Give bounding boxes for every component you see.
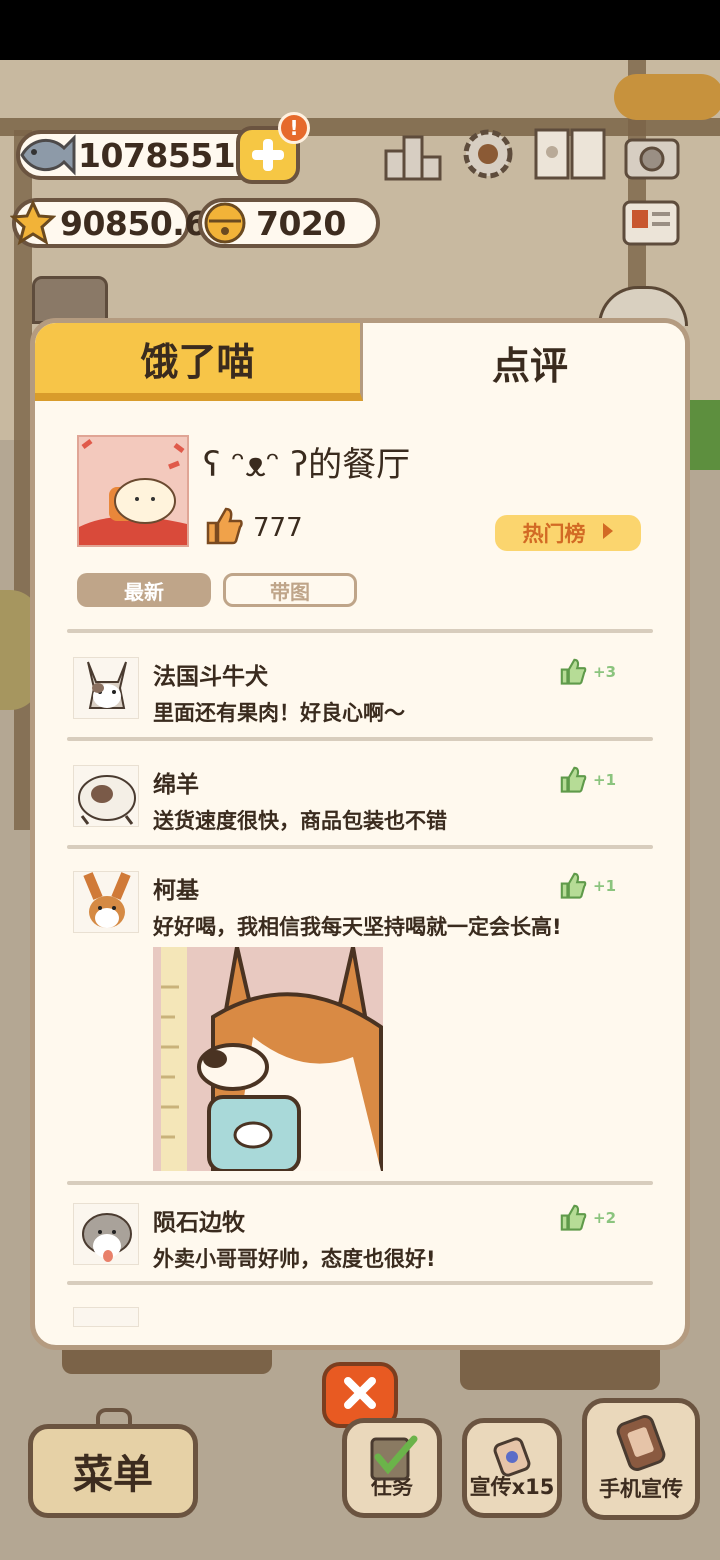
menu-button[interactable]: 菜单 — [28, 1424, 198, 1518]
review-comment: 外卖小哥哥好帅，态度也很好! — [153, 1247, 436, 1271]
thumbs-up-icon[interactable] — [559, 765, 587, 793]
bell-icon — [200, 198, 250, 248]
review-comment: 里面还有果肉！好良心啊～ — [153, 701, 405, 725]
review-item: 绵羊 送货速度很快，商品包装也不错 +1 — [73, 765, 633, 833]
review-panel: 饿了喵 点评 ʕ ᵔᴥᵔ ʔ的餐厅 777 热门榜 最新 带图 法国斗牛犬 里面… — [30, 318, 690, 1350]
reviewer-avatar — [73, 871, 139, 933]
chevron-right-icon — [602, 521, 614, 545]
review-like-count: +2 — [593, 1209, 617, 1227]
phone-icon — [609, 1413, 673, 1478]
divider — [67, 845, 653, 849]
tab-review[interactable]: 点评 — [365, 323, 685, 401]
star-icon — [10, 198, 56, 248]
reviewer-name: 绵羊 — [153, 772, 199, 798]
review-photo[interactable] — [153, 947, 383, 1171]
review-like-count: +1 — [593, 771, 617, 789]
fish-count: 10785519 — [78, 135, 258, 175]
review-like-count: +1 — [593, 877, 617, 895]
gear-icon[interactable] — [456, 122, 520, 186]
review-item: 柯基 好好喝，我相信我每天坚持喝就一定会长高! +1 — [73, 871, 633, 951]
reviewer-name: 陨石边牧 — [153, 1210, 245, 1236]
book-icon[interactable] — [530, 122, 610, 184]
promote-button[interactable]: 宣传x15 — [462, 1418, 562, 1518]
filter-latest-button[interactable]: 最新 — [77, 573, 211, 607]
divider — [67, 1181, 653, 1185]
fish-icon — [18, 132, 78, 178]
flyer-icon — [488, 1433, 536, 1486]
alert-badge: ! — [278, 112, 310, 144]
leaderboard-icon[interactable] — [380, 124, 446, 186]
thumbs-up-icon[interactable] — [559, 657, 587, 685]
review-comment: 好好喝，我相信我每天坚持喝就一定会长高! — [153, 915, 562, 939]
profile-card-icon[interactable] — [618, 194, 684, 252]
review-item: 法国斗牛犬 里面还有果肉！好良心啊～ +3 — [73, 657, 633, 725]
restaurant-thumbnail — [77, 435, 189, 547]
review-item: 陨石边牧 外卖小哥哥好帅，态度也很好! +2 — [73, 1203, 633, 1271]
reviewer-name: 柯基 — [153, 878, 199, 904]
thumbs-up-icon[interactable] — [559, 1203, 587, 1231]
hot-ranking-label: 热门榜 — [522, 522, 586, 546]
divider — [67, 737, 653, 741]
hot-ranking-button[interactable]: 热门榜 — [495, 515, 641, 551]
bananas-decoration — [614, 74, 720, 120]
reviewer-avatar — [73, 765, 139, 827]
plant-decoration — [688, 400, 720, 470]
restaurant-like-count: 777 — [253, 513, 303, 543]
close-icon — [340, 1373, 380, 1417]
star-count: 90850.6 — [60, 203, 207, 243]
review-like-count: +3 — [593, 663, 617, 681]
tab-hungry-meow[interactable]: 饿了喵 — [35, 323, 363, 401]
reviewer-avatar — [73, 657, 139, 719]
reviewer-name: 法国斗牛犬 — [153, 664, 268, 690]
reviewer-avatar — [73, 1307, 139, 1327]
phone-promote-button[interactable]: 手机宣传 — [582, 1398, 700, 1520]
bell-count: 7020 — [256, 203, 346, 243]
thumbs-up-icon — [203, 503, 245, 547]
camera-icon[interactable] — [620, 126, 684, 184]
restaurant-name: ʕ ᵔᴥᵔ ʔ的餐厅 — [203, 445, 411, 485]
status-bar — [0, 0, 720, 60]
task-button[interactable]: 任务 — [342, 1418, 442, 1518]
review-comment: 送货速度很快，商品包装也不错 — [153, 809, 447, 833]
divider — [67, 629, 653, 633]
filter-with-image-button[interactable]: 带图 — [223, 573, 357, 607]
divider — [67, 1281, 653, 1285]
review-item-partial — [73, 1307, 633, 1327]
checklist-icon — [364, 1433, 420, 1488]
thumbs-up-icon[interactable] — [559, 871, 587, 899]
shop-icon[interactable] — [32, 276, 108, 324]
reviewer-avatar — [73, 1203, 139, 1265]
